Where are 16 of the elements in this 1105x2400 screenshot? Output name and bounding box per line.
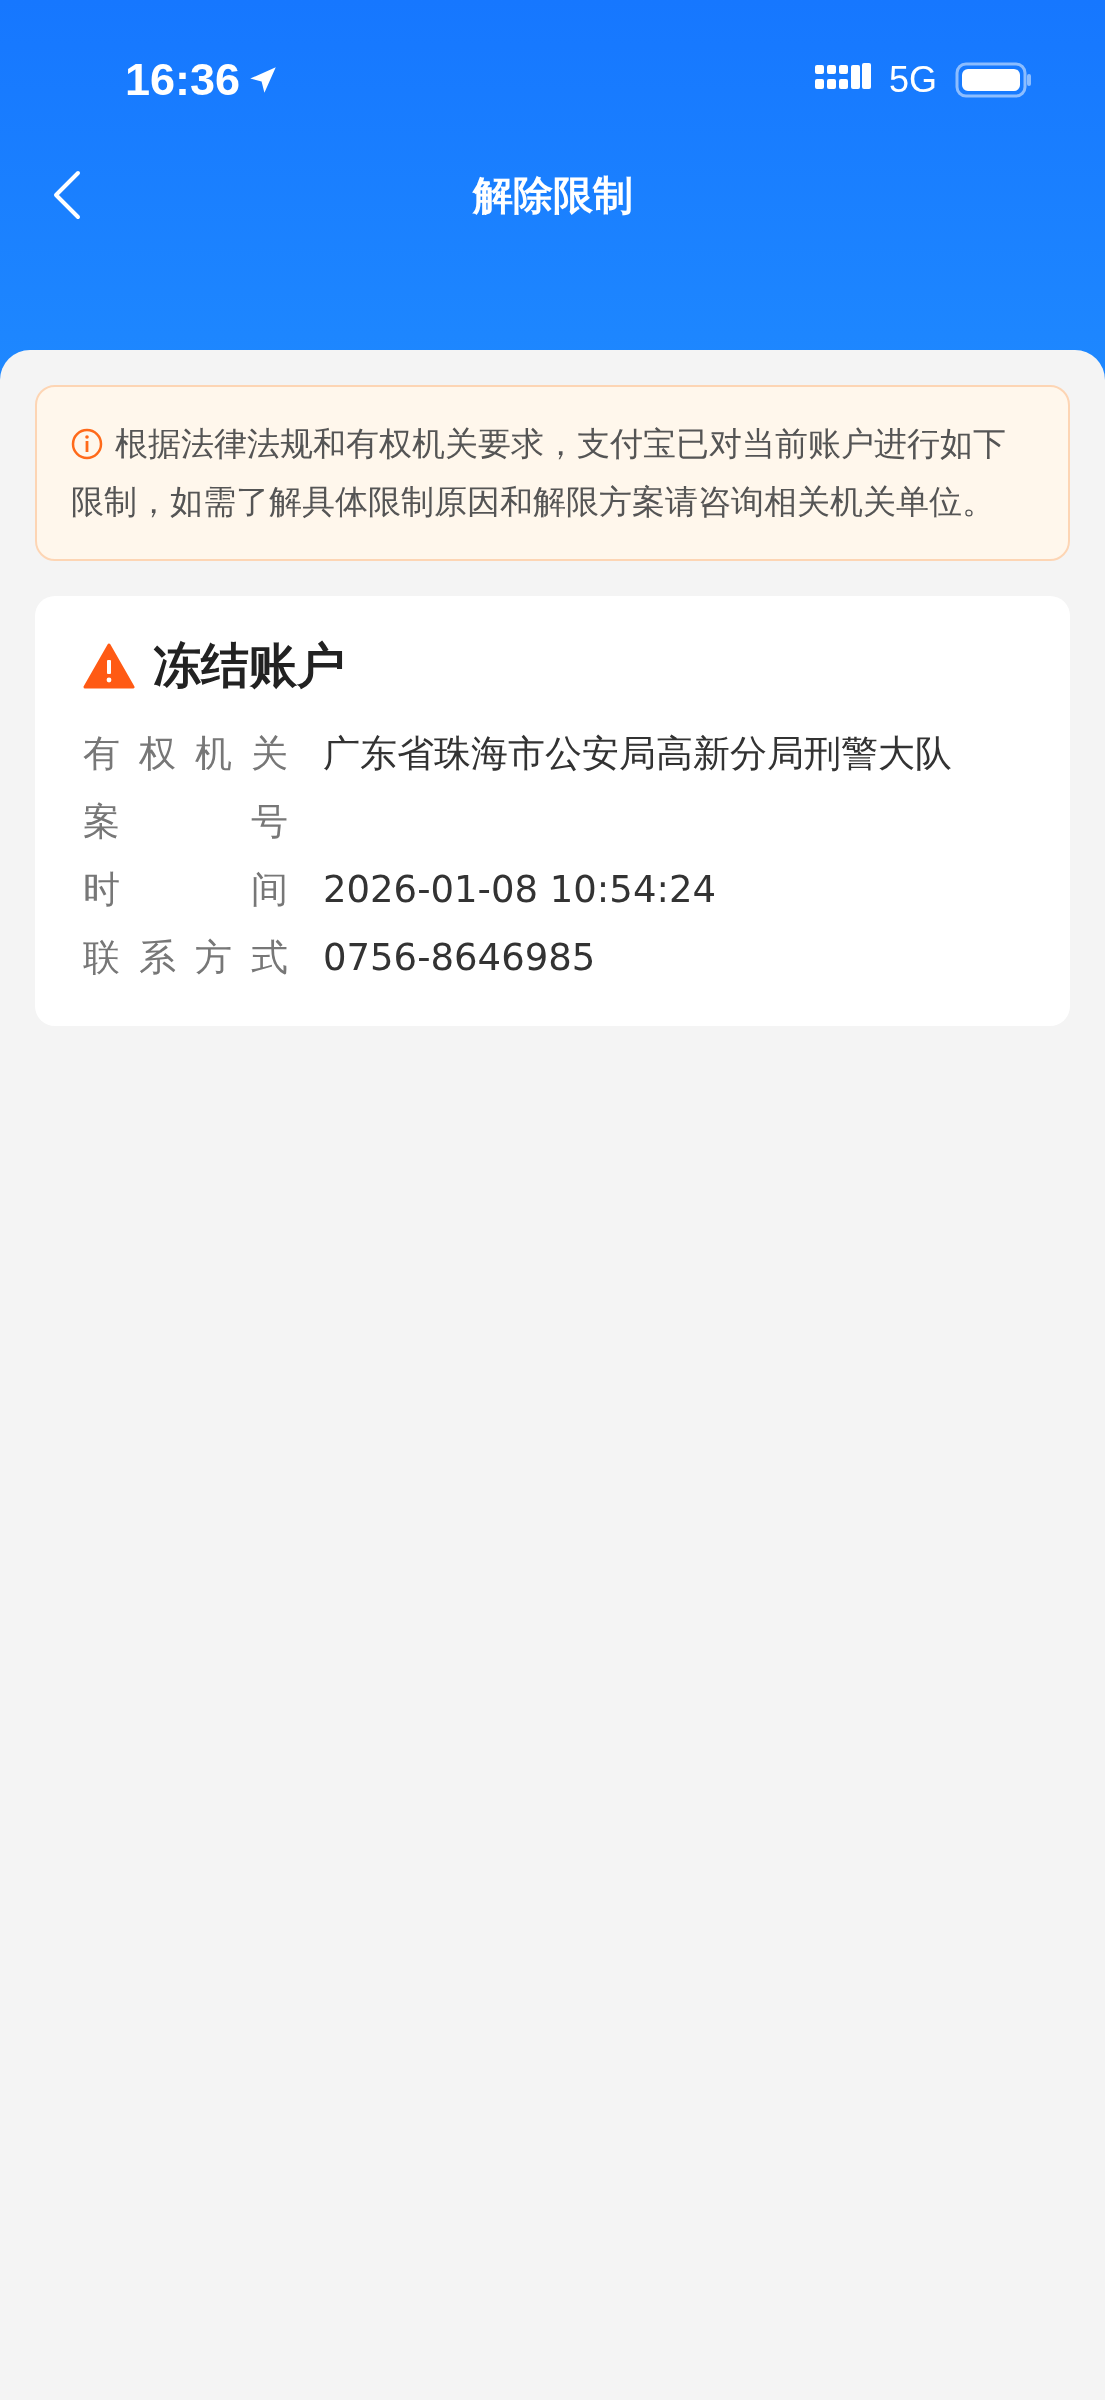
field-label: 有权机关 [83, 731, 288, 777]
page-title: 解除限制 [472, 170, 633, 220]
restriction-title: 冻结账户 [153, 636, 345, 695]
status-time: 16:36 [125, 54, 241, 106]
info-icon [71, 428, 103, 460]
warning-icon [83, 643, 135, 689]
field-label: 联系方式 [83, 935, 288, 981]
battery-icon [955, 62, 1033, 98]
field-label: 时间 [83, 867, 288, 913]
network-label: 5G [888, 59, 937, 101]
back-icon[interactable] [52, 170, 82, 220]
notice-text: 根据法律法规和有权机关要求，支付宝已对当前账户进行如下限制，如需了解具体限制原因和解限方案请咨询相关机关单位。 [71, 423, 1007, 523]
field-value: 0756-8646985 [323, 935, 596, 981]
field-value: 2026-01-08 10:54:24 [323, 867, 716, 913]
field-label: 案号 [83, 799, 288, 845]
field-value: 广东省珠海市公安局高新分局刑警大队 [323, 731, 952, 777]
